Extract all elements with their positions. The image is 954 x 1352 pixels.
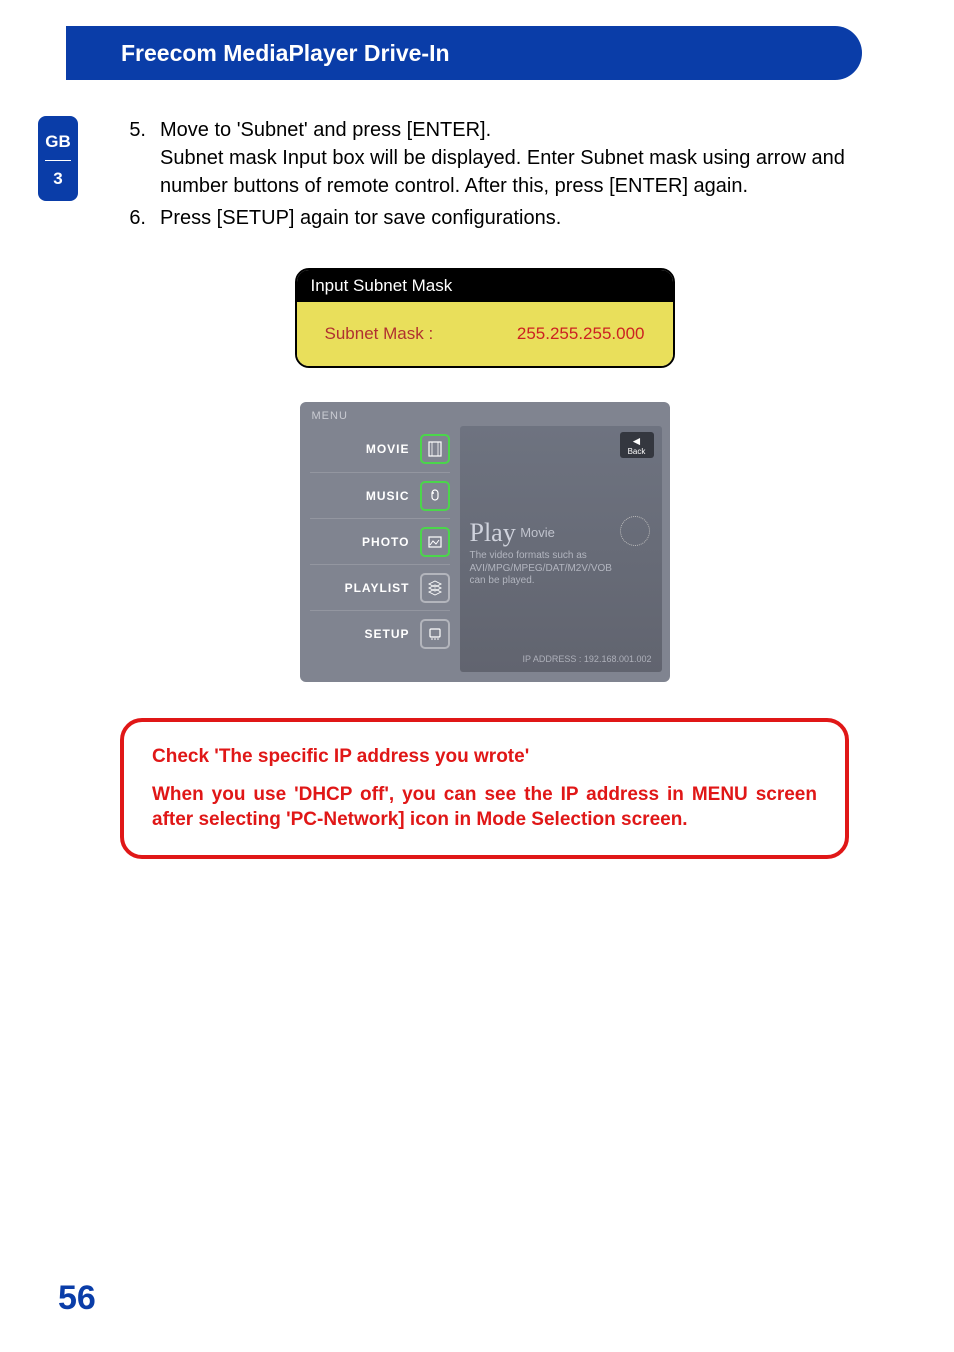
header-bar: Freecom MediaPlayer Drive-In (66, 26, 862, 80)
menu-header-label: MENU (312, 410, 348, 422)
manual-page: Freecom MediaPlayer Drive-In GB 3 5. Mov… (0, 0, 954, 1352)
play-description: The video formats such as AVI/MPG/MPEG/D… (470, 550, 652, 588)
side-tab-divider (45, 160, 71, 161)
play-desc-line: can be played. (470, 575, 535, 586)
header-title: Freecom MediaPlayer Drive-In (121, 40, 450, 67)
side-tab-lang: GB (38, 132, 78, 152)
menu-left-column: MOVIE MUSIC PHOTO (310, 426, 450, 672)
ip-label: IP ADDRESS : (523, 654, 582, 664)
step-subtext: Subnet mask Input box will be displayed.… (160, 147, 845, 197)
play-text-small: Movie (520, 525, 555, 540)
music-icon (420, 481, 450, 511)
disc-icon (620, 516, 650, 546)
menu-item-setup: SETUP (310, 610, 450, 656)
back-button: ◄ Back (620, 432, 654, 458)
callout-line: Check 'The specific IP address you wrote… (152, 744, 817, 770)
menu-item-label: MUSIC (310, 489, 420, 503)
step-item: 6. Press [SETUP] again tor save configur… (120, 204, 849, 232)
playlist-icon (420, 573, 450, 603)
ip-address-line: IP ADDRESS : 192.168.001.002 (523, 654, 652, 664)
step-item: 5. Move to 'Subnet' and press [ENTER]. S… (120, 116, 849, 200)
menu-right-panel: ◄ Back Play Movie The video formats such… (460, 426, 662, 672)
back-label: Back (628, 447, 646, 456)
step-text: Press [SETUP] again tor save configurati… (160, 204, 849, 232)
photo-icon (420, 527, 450, 557)
menu-item-movie: MOVIE (310, 426, 450, 472)
side-tab: GB 3 (38, 116, 78, 201)
step-number: 6. (120, 204, 160, 232)
step-number: 5. (120, 116, 160, 200)
play-heading: Play Movie (470, 518, 555, 548)
menu-screenshot: MENU MOVIE MUSIC PHOTO (300, 402, 670, 682)
menu-item-label: PHOTO (310, 535, 420, 549)
film-icon (420, 434, 450, 464)
callout-line: When you use 'DHCP off', you can see the… (152, 782, 817, 833)
page-number: 56 (58, 1279, 96, 1318)
menu-item-label: SETUP (310, 627, 420, 641)
subnet-box-header: Input Subnet Mask (297, 270, 673, 302)
step-list: 5. Move to 'Subnet' and press [ENTER]. S… (120, 116, 849, 232)
menu-item-music: MUSIC (310, 472, 450, 518)
subnet-box-body: Subnet Mask : 255.255.255.000 (297, 302, 673, 366)
menu-item-label: MOVIE (310, 442, 420, 456)
subnet-value: 255.255.255.000 (517, 324, 645, 344)
menu-item-label: PLAYLIST (310, 581, 420, 595)
warning-callout: Check 'The specific IP address you wrote… (120, 718, 849, 859)
menu-item-photo: PHOTO (310, 518, 450, 564)
content-area: 5. Move to 'Subnet' and press [ENTER]. S… (120, 116, 849, 859)
play-text-big: Play (470, 518, 516, 547)
play-desc-line: The video formats such as (470, 550, 587, 561)
subnet-label: Subnet Mask : (325, 324, 434, 344)
menu-item-playlist: PLAYLIST (310, 564, 450, 610)
side-tab-num: 3 (38, 169, 78, 189)
back-arrow-icon: ◄ (631, 435, 643, 447)
step-text: Move to 'Subnet' and press [ENTER]. (160, 119, 491, 141)
play-desc-line: AVI/MPG/MPEG/DAT/M2V/VOB (470, 563, 612, 574)
ip-value: 192.168.001.002 (584, 654, 652, 664)
subnet-input-box: Input Subnet Mask Subnet Mask : 255.255.… (295, 268, 675, 368)
setup-icon (420, 619, 450, 649)
